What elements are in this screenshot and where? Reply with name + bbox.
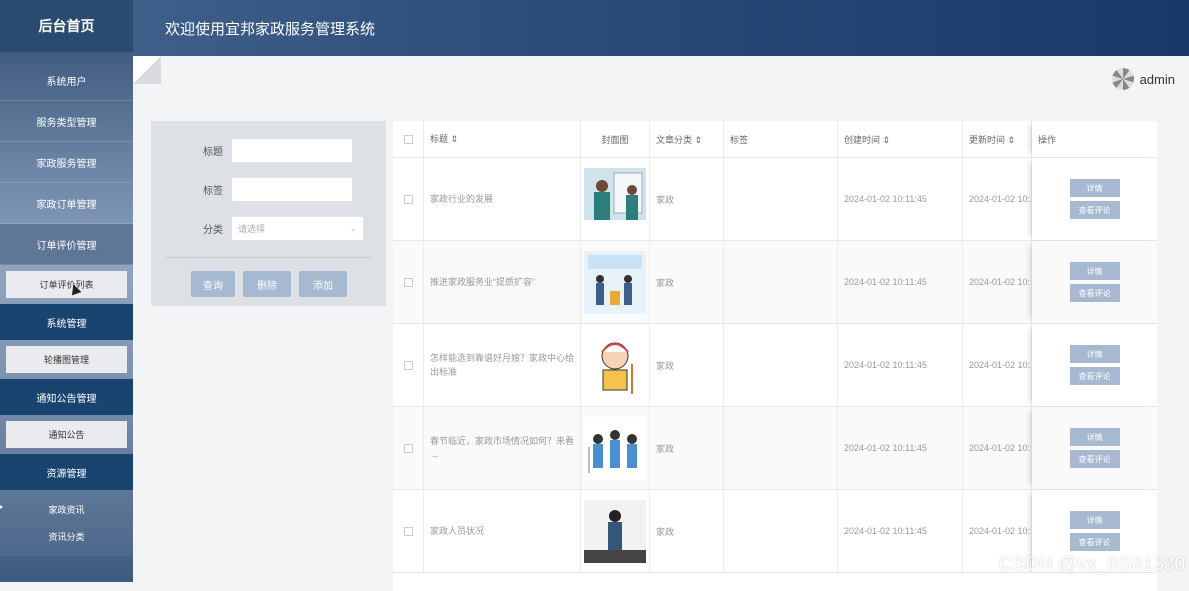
avatar [1112,68,1134,90]
row-checkbox[interactable] [404,444,413,453]
sidebar-subitem-order-review-list[interactable]: 订单评价列表 [6,271,127,298]
search-button[interactable]: 查询 [191,271,235,297]
row-tags [724,241,838,323]
row-title: 怎样能选到靠谱好月嫂？家政中心给出标准 [424,324,581,406]
row-title: 春节临近，家政市场情况如何？来看→ [424,407,581,489]
title-filter-input[interactable] [231,138,353,163]
cover-image-housekeeper [584,334,646,397]
cover-image-staff [584,500,646,563]
row-category: 家政 [650,158,724,240]
table-header: 标题 ⇕ 封面图 文章分类 ⇕ 标签 创建时间 ⇕ 更新时间 ⇕ 操作 [393,121,1157,158]
row-checkbox[interactable] [404,195,413,204]
column-header-updated[interactable]: 更新时间 ⇕ [963,121,1032,157]
view-comments-button[interactable]: 查看评论 [1070,450,1120,468]
view-comments-button[interactable]: 查看评论 [1070,284,1120,302]
sidebar-group-system[interactable]: 系统管理 [0,304,133,340]
filter-divider [165,257,372,258]
sidebar-item-system-users[interactable]: 系统用户 [0,60,133,101]
sidebar-brand-home[interactable]: 后台首页 [0,0,133,52]
column-header-ops: 操作 [1032,121,1157,157]
table-row: 春节临近，家政市场情况如何？来看→ 家政 2024-01-02 10:11:45… [393,407,1157,490]
row-title: 推进家政服务业“提质扩容” [424,241,581,323]
row-checkbox[interactable] [404,361,413,370]
sidebar: 后台首页 系统用户 服务类型管理 家政服务管理 家政订单管理 订单评价管理 订单… [0,0,133,582]
row-created: 2024-01-02 10:11:45 [838,324,963,406]
table-row: 推进家政服务业“提质扩容” 家政 2024-01-02 10:11:45 202… [393,241,1157,324]
row-category: 家政 [650,324,724,406]
active-pointer-icon [0,501,3,513]
row-tags [724,158,838,240]
cover-image-cleaning-team [584,417,646,480]
sidebar-item-orders[interactable]: 家政订单管理 [0,183,133,224]
page-title: 欢迎使用宜邦家政服务管理系统 [165,18,375,39]
sidebar-group-notices[interactable]: 通知公告管理 [0,379,133,415]
sidebar-item-service-types[interactable]: 服务类型管理 [0,101,133,142]
row-title: 家政行业的发展 [424,158,581,240]
detail-button[interactable]: 详情 [1070,179,1120,197]
row-updated: 2024-01-02 10:1 [963,158,1032,240]
sidebar-subitem-news-category[interactable]: 资讯分类 [6,523,127,550]
sidebar-item-home-services[interactable]: 家政服务管理 [0,142,133,183]
column-header-tags: 标签 [724,121,838,157]
row-category: 家政 [650,241,724,323]
row-updated: 2024-01-02 10:1 [963,324,1032,406]
news-table: 标题 ⇕ 封面图 文章分类 ⇕ 标签 创建时间 ⇕ 更新时间 ⇕ 操作 家政行业… [393,121,1157,591]
category-filter-label: 分类 [165,221,231,236]
sidebar-subitem-carousel[interactable]: 轮播图管理 [6,346,127,373]
category-select-placeholder: 请选择 [238,222,265,235]
row-created: 2024-01-02 10:11:45 [838,241,963,323]
filter-panel: 标题 标签 分类 请选择 ⌄ 查询 删除 添加 [151,121,386,306]
row-category: 家政 [650,490,724,572]
row-category: 家政 [650,407,724,489]
sidebar-group-resources[interactable]: 资源管理 [0,454,133,490]
column-header-title[interactable]: 标题 ⇕ [424,121,581,157]
sidebar-subgroup-order-reviews: 订单评价列表 [0,265,133,304]
category-select[interactable]: 请选择 ⌄ [231,216,364,241]
column-header-category[interactable]: 文章分类 ⇕ [650,121,724,157]
row-updated: 2024-01-02 10:1 [963,407,1032,489]
view-comments-button[interactable]: 查看评论 [1070,201,1120,219]
row-tags [724,324,838,406]
column-header-created[interactable]: 创建时间 ⇕ [838,121,963,157]
cover-image-cleaning [584,168,646,231]
row-created: 2024-01-02 10:11:45 [838,158,963,240]
tag-filter-label: 标签 [165,182,231,197]
page-fold-corner [133,56,161,84]
sidebar-item-order-reviews[interactable]: 订单评价管理 [0,224,133,265]
row-checkbox[interactable] [404,278,413,287]
user-menu[interactable]: admin [1112,68,1175,90]
detail-button[interactable]: 详情 [1070,428,1120,446]
row-title: 家政人员状况 [424,490,581,572]
cover-image-workers [584,251,646,314]
top-header: 欢迎使用宜邦家政服务管理系统 [133,0,1189,56]
detail-button[interactable]: 详情 [1070,511,1120,529]
row-created: 2024-01-02 10:11:45 [838,490,963,572]
view-comments-button[interactable]: 查看评论 [1070,367,1120,385]
add-button[interactable]: 添加 [299,271,347,297]
row-tags [724,407,838,489]
sidebar-subgroup-notices: 通知公告 [0,415,133,454]
row-created: 2024-01-02 10:11:45 [838,407,963,489]
chevron-down-icon: ⌄ [349,223,357,234]
tag-filter-input[interactable] [231,177,353,202]
select-all-checkbox[interactable] [404,135,413,144]
username: admin [1140,72,1175,87]
row-tags [724,490,838,572]
title-filter-label: 标题 [165,143,231,158]
sidebar-subgroup-resources: 家政资讯 资讯分类 [0,490,133,556]
view-comments-button[interactable]: 查看评论 [1070,533,1120,551]
detail-button[interactable]: 详情 [1070,262,1120,280]
row-checkbox[interactable] [404,527,413,536]
sidebar-subitem-news[interactable]: 家政资讯 [6,496,127,523]
delete-button[interactable]: 删除 [243,271,291,297]
detail-button[interactable]: 详情 [1070,345,1120,363]
row-updated: 2024-01-02 10:1 [963,241,1032,323]
table-row: 怎样能选到靠谱好月嫂？家政中心给出标准 家政 2024-01-02 10:11:… [393,324,1157,407]
watermark: CSDN @vx_BS81330 [999,554,1185,576]
sidebar-subitem-notice[interactable]: 通知公告 [6,421,127,448]
sidebar-subgroup-system: 轮播图管理 [0,340,133,379]
column-header-cover: 封面图 [581,121,650,157]
table-row: 家政行业的发展 家政 2024-01-02 10:11:45 2024-01-0… [393,158,1157,241]
